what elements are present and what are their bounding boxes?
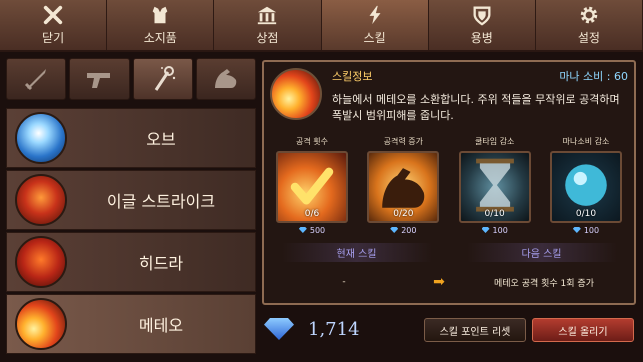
meteor-icon: [15, 298, 67, 350]
gem-icon: [298, 227, 307, 233]
skill-name: 오브: [146, 130, 176, 149]
meteor-icon: [270, 68, 322, 120]
skill-item-hydra[interactable]: 히드라: [6, 232, 256, 292]
skill-detail-panel: 스킬정보 마나 소비 : 60 하늘에서 메테오를 소환합니다. 주위 적들을 …: [262, 60, 636, 305]
upgrade-count: 0/10: [575, 209, 597, 219]
upgrade-cost: 200: [363, 226, 443, 235]
gem-icon: [572, 227, 581, 233]
flex-arm-icon: [214, 69, 237, 88]
mana-cost: 마나 소비 : 60: [559, 70, 628, 83]
tab-skill-label: 스킬: [363, 31, 386, 45]
pistol-icon: [87, 73, 111, 88]
arrow-right-icon: ➡: [433, 274, 445, 290]
skill-item-meteor[interactable]: 메테오: [6, 294, 256, 354]
tab-close[interactable]: 닫기: [0, 0, 108, 50]
category-sword[interactable]: [6, 58, 67, 100]
tab-inventory-label: 소지품: [143, 31, 177, 45]
upgrade-image: 0/20: [367, 151, 440, 223]
sword-icon: [25, 69, 47, 91]
gem-icon: [264, 318, 294, 340]
skill-description: 하늘에서 메테오를 소환합니다. 주위 적들을 무작위로 공격하며 폭발시 범위…: [332, 93, 620, 122]
tab-close-label: 닫기: [42, 31, 65, 45]
tab-shop[interactable]: 상점: [214, 0, 322, 50]
skill-info-title: 스킬정보: [332, 70, 373, 83]
weapon-category-tabs: [6, 58, 256, 100]
next-skill-label: 다음 스킬: [466, 243, 617, 262]
skill-name: 이글 스트라이크: [106, 192, 216, 211]
upgrade-mana-cost[interactable]: 마나소비 감소 0/10 100: [546, 136, 626, 235]
upgrade-title: 쿨타임 감소: [474, 137, 515, 146]
close-x-icon: [43, 5, 63, 25]
fire-eagle-icon: [15, 174, 67, 226]
upgrade-options: 공격 횟수 0/6 500 공격력 증가 0/20 200 쿨타임 감소 0/1…: [264, 124, 634, 235]
upgrade-attack-count[interactable]: 공격 횟수 0/6 500: [272, 136, 352, 235]
skill-compare-header: 현재 스킬 다음 스킬: [264, 243, 634, 262]
skill-list-panel: 오브 이글 스트라이크 히드라 메테오: [6, 58, 256, 358]
tab-mercenary-label: 용병: [470, 31, 493, 45]
upgrade-count: 0/6: [304, 209, 320, 219]
skill-point-reset-button[interactable]: 스킬 포인트 리셋: [424, 318, 526, 342]
upgrade-image: 0/10: [549, 151, 622, 223]
magic-staff-icon: [154, 66, 175, 91]
blue-orb-icon: [15, 112, 67, 164]
tab-inventory[interactable]: 소지품: [107, 0, 215, 50]
gear-icon: [580, 6, 598, 24]
upgrade-attack-power[interactable]: 공격력 증가 0/20 200: [363, 136, 443, 235]
current-skill-label: 현재 스킬: [281, 243, 432, 262]
tab-shop-label: 상점: [256, 31, 279, 45]
category-magic[interactable]: [132, 58, 193, 100]
upgrade-image: 0/6: [276, 151, 348, 223]
next-skill-effect: 메테오 공격 횟수 1회 증가: [494, 278, 594, 289]
skill-item-eagle-strike[interactable]: 이글 스트라이크: [6, 170, 256, 230]
gem-icon: [390, 227, 399, 233]
skill-item-orb[interactable]: 오브: [6, 108, 256, 168]
upgrade-title: 공격력 증가: [383, 137, 423, 146]
top-tab-bar: 닫기 소지품 상점 스킬 용병 설정: [0, 0, 643, 52]
upgrade-count: 0/10: [484, 209, 505, 219]
category-gun[interactable]: [69, 58, 130, 100]
upgrade-cost: 500: [272, 226, 352, 235]
skill-detail-header: 스킬정보 마나 소비 : 60 하늘에서 메테오를 소환합니다. 주위 적들을 …: [264, 62, 634, 124]
tab-settings[interactable]: 설정: [536, 0, 643, 50]
skill-upgrade-button[interactable]: 스킬 올리기: [532, 318, 634, 342]
tab-settings-label: 설정: [577, 31, 600, 45]
armor-icon: [152, 6, 168, 24]
upgrade-cost: 100: [546, 226, 626, 235]
skill-name: 메테오: [138, 316, 184, 335]
upgrade-cost: 100: [455, 226, 535, 235]
skill-info-text: 스킬정보 마나 소비 : 60 하늘에서 메테오를 소환합니다. 주위 적들을 …: [332, 68, 628, 124]
upgrade-title: 공격 횟수: [296, 137, 328, 146]
tab-skill[interactable]: 스킬: [321, 0, 429, 50]
category-strength[interactable]: [195, 58, 256, 100]
fire-hydra-icon: [15, 236, 67, 288]
current-skill-effect: -: [342, 277, 346, 287]
upgrade-count: 0/20: [393, 209, 414, 219]
shop-building-icon: [258, 6, 277, 25]
upgrade-cooldown[interactable]: 쿨타임 감소 0/10 100: [455, 136, 535, 235]
upgrade-title: 마나소비 감소: [562, 137, 610, 146]
skill-compare-row: - ➡ 메테오 공격 횟수 1회 증가: [264, 274, 634, 290]
lightning-icon: [369, 5, 381, 25]
skill-name: 히드라: [138, 254, 184, 273]
tab-mercenary[interactable]: 용병: [429, 0, 536, 50]
gem-count: 1,714: [308, 318, 360, 340]
gem-icon: [481, 227, 490, 233]
gem-balance: 1,714: [264, 318, 360, 340]
upgrade-image: 0/10: [458, 151, 531, 223]
shield-icon: [473, 6, 491, 26]
